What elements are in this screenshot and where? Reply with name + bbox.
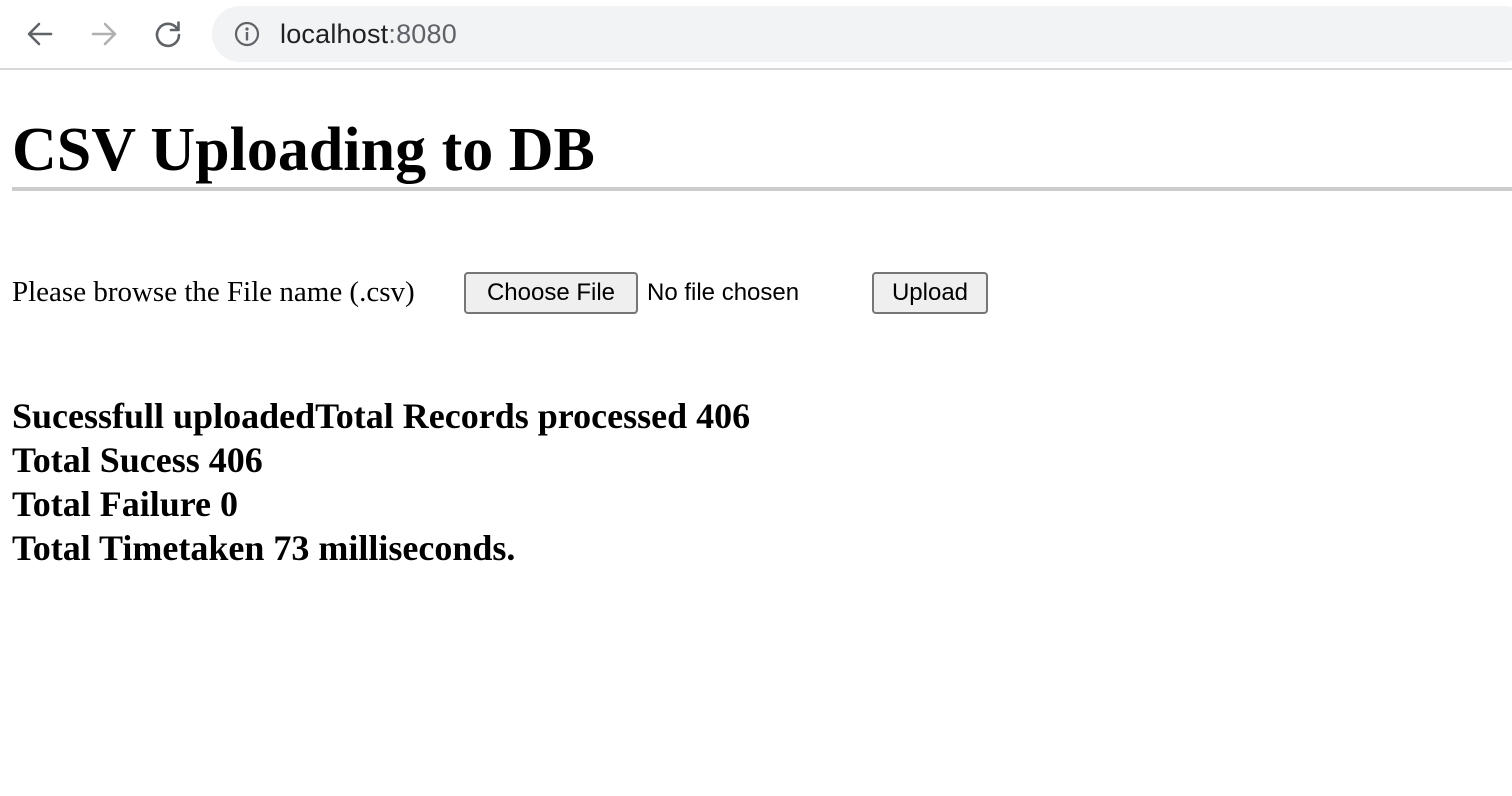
back-button[interactable] bbox=[23, 17, 57, 51]
browser-toolbar: localhost:8080 bbox=[0, 0, 1512, 70]
upload-results: Sucessfull uploadedTotal Records process… bbox=[12, 394, 750, 570]
url-host: localhost bbox=[280, 19, 389, 49]
result-line-total-failure: Total Failure 0 bbox=[12, 484, 239, 524]
title-divider bbox=[12, 187, 1512, 191]
result-line-time-taken: Total Timetaken 73 milliseconds. bbox=[12, 528, 516, 568]
url-text[interactable]: localhost:8080 bbox=[280, 19, 457, 49]
reload-icon bbox=[155, 21, 181, 48]
page-title: CSV Uploading to DB bbox=[12, 116, 595, 184]
info-icon[interactable] bbox=[234, 21, 260, 47]
address-bar[interactable]: localhost:8080 bbox=[212, 6, 1512, 62]
result-line-total-success: Total Sucess 406 bbox=[12, 440, 263, 480]
result-line-records-processed: Sucessfull uploadedTotal Records process… bbox=[12, 396, 751, 436]
url-port: :8080 bbox=[388, 19, 457, 49]
file-input-label: Please browse the File name (.csv) bbox=[12, 276, 415, 308]
upload-form: Please browse the File name (.csv) Choos… bbox=[12, 272, 1012, 314]
upload-button[interactable]: Upload bbox=[872, 272, 988, 314]
reload-button[interactable] bbox=[151, 17, 185, 51]
arrow-left-icon bbox=[27, 22, 53, 46]
choose-file-button[interactable]: Choose File bbox=[464, 272, 638, 314]
forward-button[interactable] bbox=[87, 17, 121, 51]
arrow-right-icon bbox=[91, 22, 117, 46]
file-status-text: No file chosen bbox=[647, 279, 800, 306]
